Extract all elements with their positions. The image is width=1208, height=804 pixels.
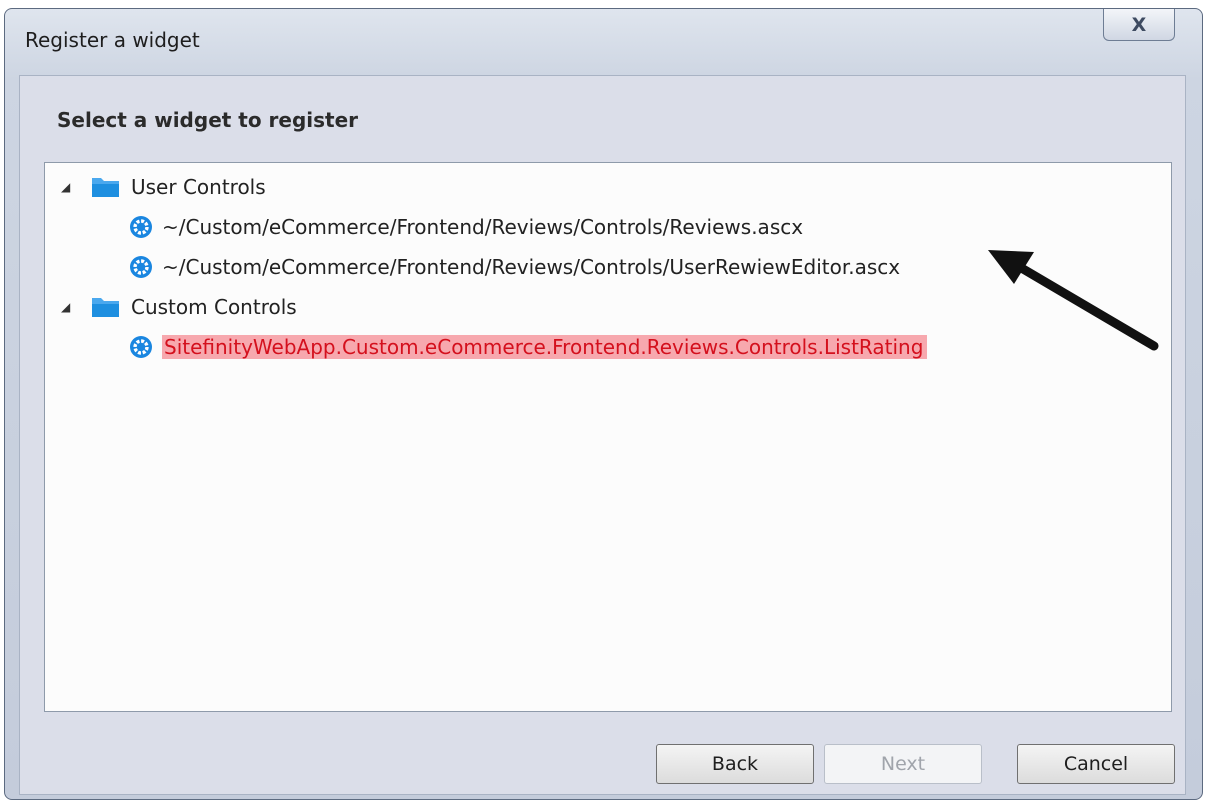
dialog-title: Register a widget xyxy=(25,28,200,52)
tree-item-selected[interactable]: SitefinityWebApp.Custom.eCommerce.Fronte… xyxy=(129,329,928,365)
back-button[interactable]: Back xyxy=(656,744,814,784)
expand-triangle-icon[interactable]: ◢ xyxy=(61,300,75,314)
next-button: Next xyxy=(824,744,982,784)
tree-item-label: ~/Custom/eCommerce/Frontend/Reviews/Cont… xyxy=(162,255,901,279)
tree-item-label: ~/Custom/eCommerce/Frontend/Reviews/Cont… xyxy=(162,215,804,239)
cancel-button[interactable]: Cancel xyxy=(1017,744,1175,784)
folder-icon xyxy=(92,178,119,197)
folder-icon xyxy=(92,298,119,317)
dialog-window: Register a widget X Select a widget to r… xyxy=(4,8,1203,800)
page-title: Select a widget to register xyxy=(57,108,359,132)
close-icon: X xyxy=(1131,13,1147,36)
gear-icon xyxy=(130,256,152,278)
widget-tree[interactable]: ◢ User Controls ~/Custom/eCommerce/Front… xyxy=(44,162,1172,712)
gear-icon xyxy=(130,336,152,358)
gear-icon xyxy=(130,216,152,238)
dialog-content: Select a widget to register ◢ User Contr… xyxy=(19,75,1186,795)
tree-group-custom-controls[interactable]: ◢ Custom Controls xyxy=(61,289,297,325)
expand-triangle-icon[interactable]: ◢ xyxy=(61,180,75,194)
tree-group-label: User Controls xyxy=(131,175,266,199)
tree-item-label: SitefinityWebApp.Custom.eCommerce.Fronte… xyxy=(162,335,928,359)
tree-group-label: Custom Controls xyxy=(131,295,297,319)
close-button[interactable]: X xyxy=(1103,9,1175,41)
tree-group-user-controls[interactable]: ◢ User Controls xyxy=(61,169,266,205)
tree-item[interactable]: ~/Custom/eCommerce/Frontend/Reviews/Cont… xyxy=(129,249,900,285)
tree-item[interactable]: ~/Custom/eCommerce/Frontend/Reviews/Cont… xyxy=(129,209,803,245)
